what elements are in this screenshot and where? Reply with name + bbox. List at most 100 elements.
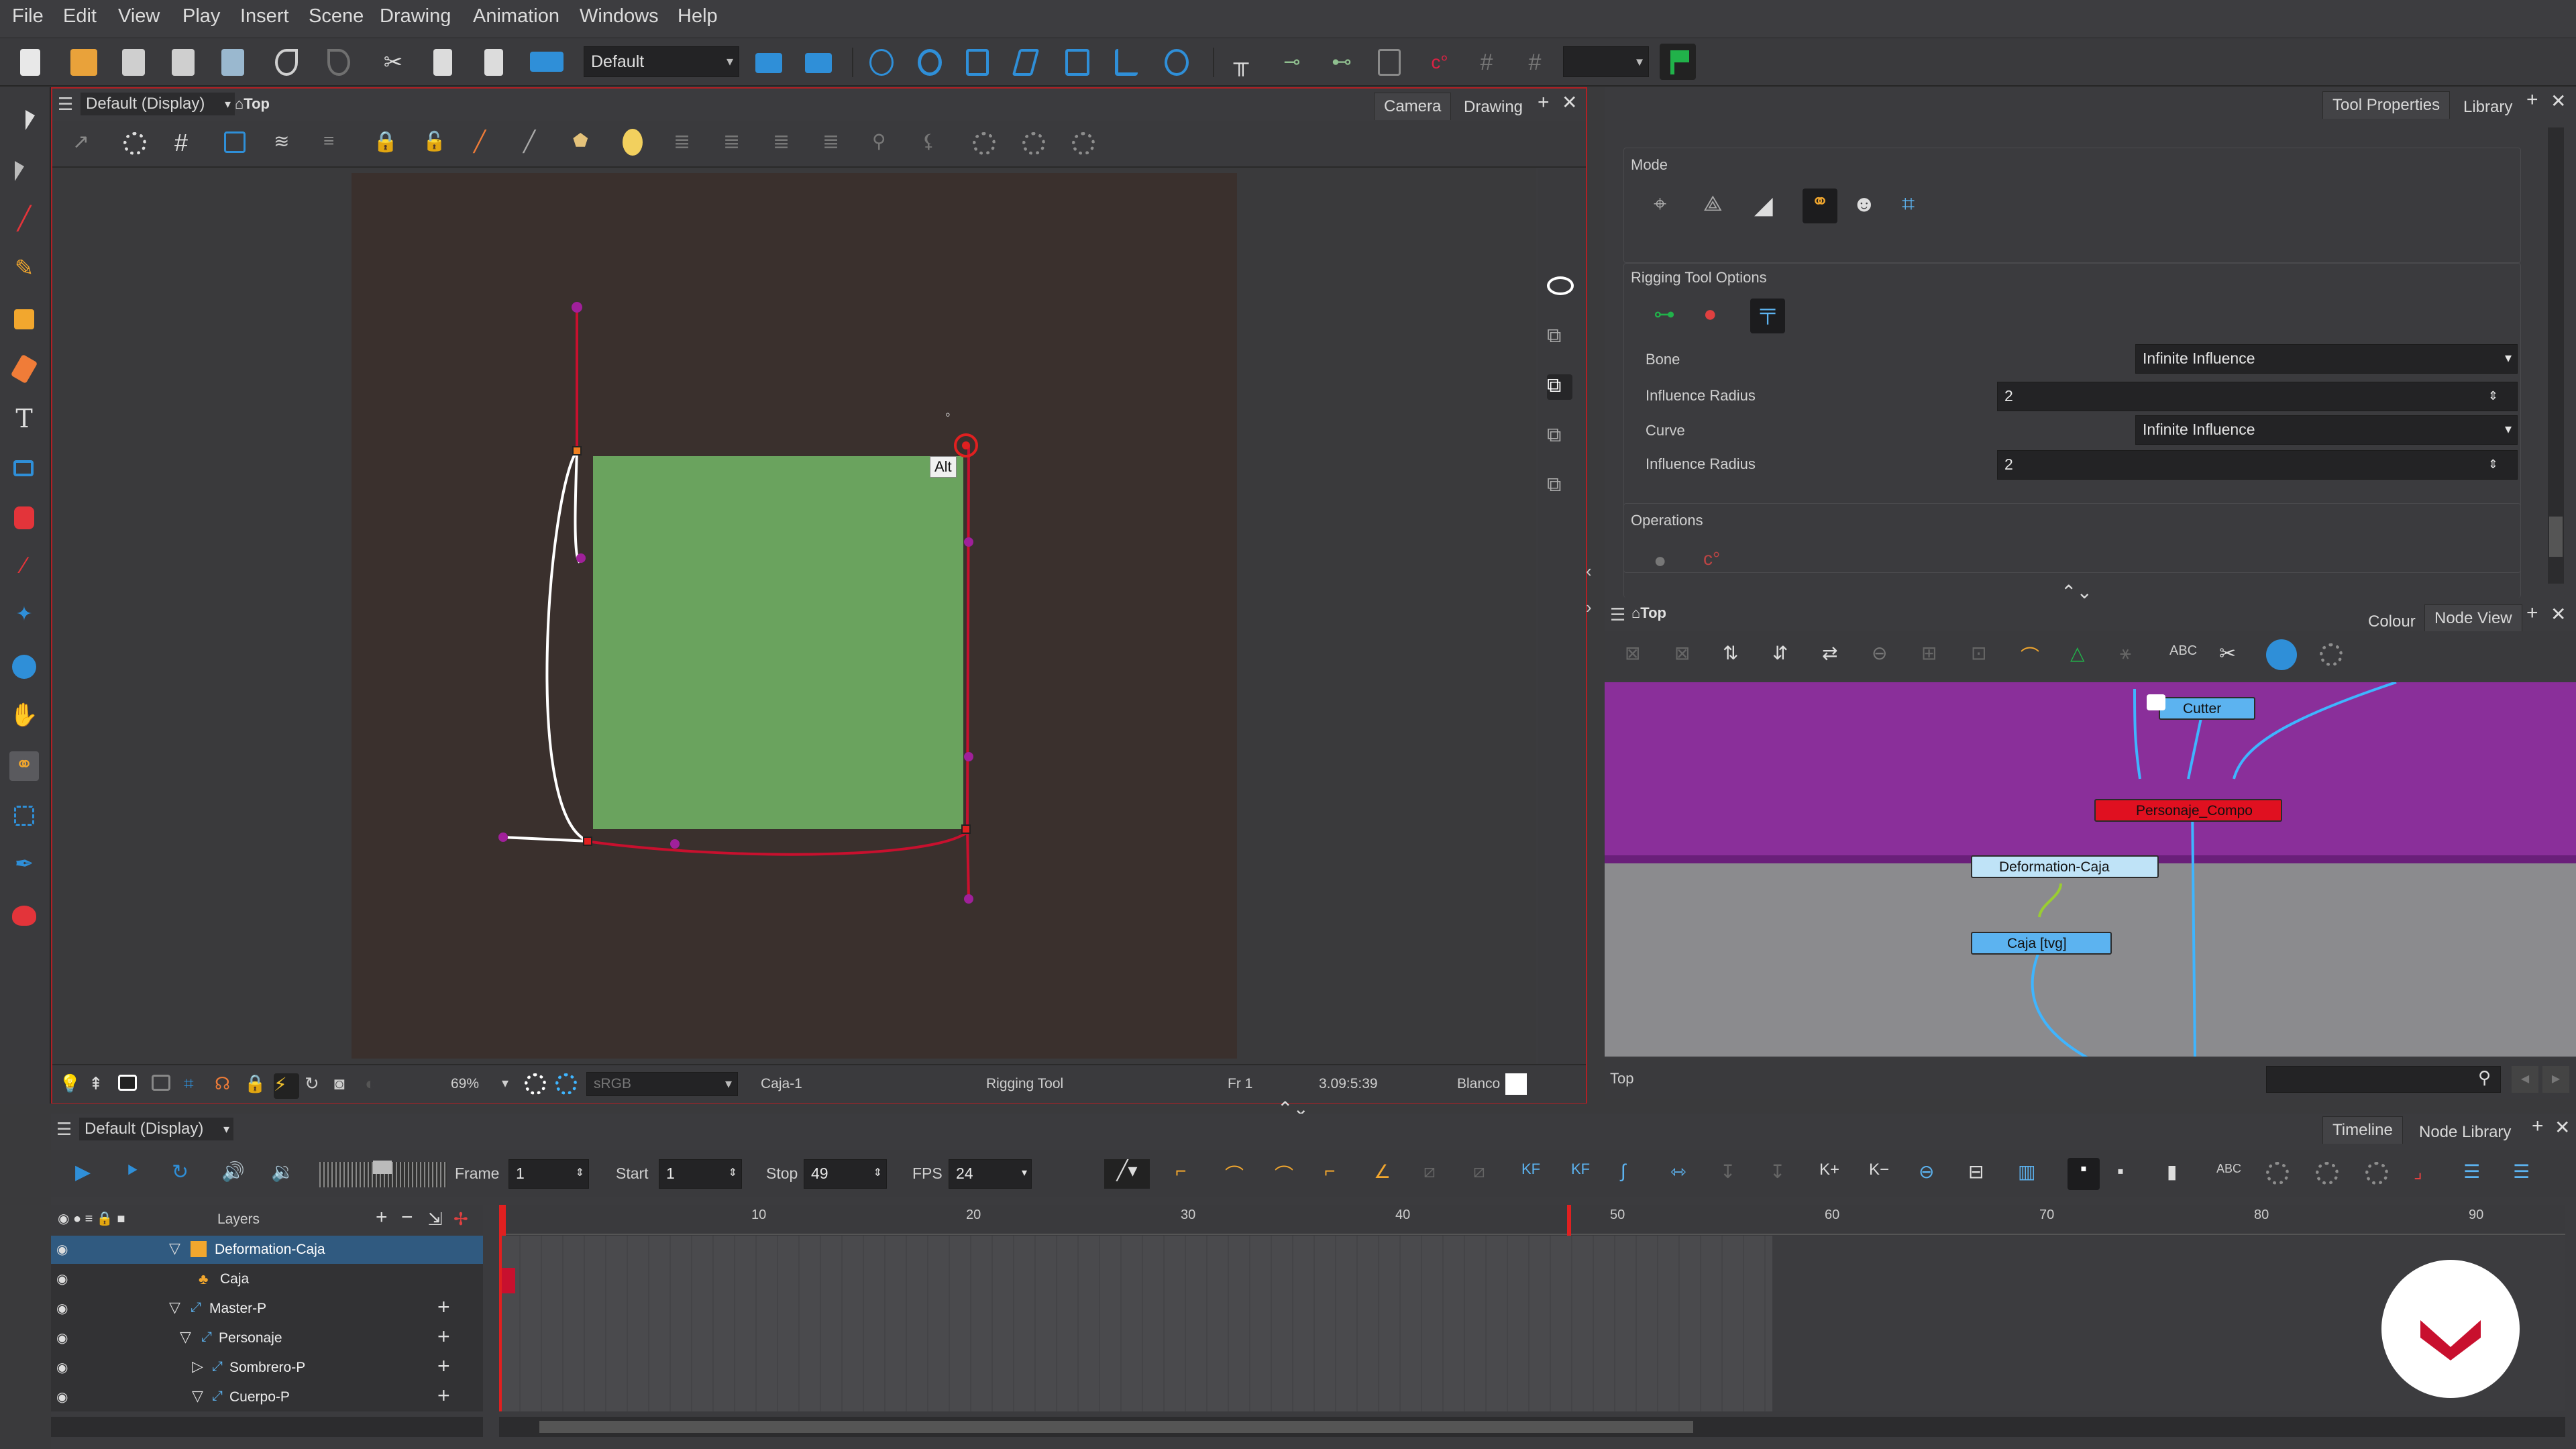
operation-1-icon[interactable]: ● [1654, 548, 1679, 574]
scene-settings-icon[interactable] [755, 53, 782, 73]
search-icon[interactable]: ⚲ [2478, 1067, 2491, 1088]
node-tool-3-icon[interactable]: ⇅ [1723, 642, 1748, 667]
reset-view-icon[interactable]: ⇞ [89, 1073, 114, 1099]
camera-icon[interactable]: ◙ [334, 1073, 360, 1099]
extend-icon[interactable]: ⧄ [1424, 1161, 1449, 1186]
onion-toggle-icon[interactable]: ⊖ [1919, 1161, 1944, 1186]
gear-icon[interactable] [2365, 1162, 2388, 1185]
grid-deform-icon[interactable]: # [1473, 49, 1500, 76]
paint-bucket-tool-icon[interactable] [14, 506, 34, 529]
pencil-tool-icon[interactable]: ✎ [9, 255, 39, 284]
pivot-tool-icon[interactable]: ✦ [9, 602, 39, 632]
scrollbar[interactable] [2548, 127, 2564, 584]
paste-icon[interactable] [484, 49, 503, 76]
ik-icon[interactable] [1115, 49, 1138, 76]
curve-influence-dropdown[interactable]: Infinite Influence ▾ [2135, 415, 2518, 445]
paint-tool-icon[interactable] [14, 309, 34, 329]
select-tool-icon[interactable] [9, 106, 51, 136]
node-caja-tvg[interactable]: Caja [tvg] [1971, 932, 2112, 955]
bone-add-icon[interactable]: ⊶ [1654, 301, 1679, 327]
panel-menu-icon[interactable]: ☰ [1610, 604, 1625, 625]
rect-icon[interactable]: ▮ [2167, 1161, 2192, 1186]
layer-row[interactable]: ◉ ▷ ⤢ Sombrero-P + [51, 1354, 483, 1382]
play-icon[interactable]: ▶ [75, 1161, 101, 1186]
stepper-icon[interactable]: ⇕ [2488, 382, 2498, 409]
add-child-icon[interactable]: + [437, 1383, 450, 1408]
eraser-tool-icon[interactable] [10, 354, 38, 384]
expand-icon[interactable]: ▽ [169, 1299, 180, 1316]
stop-motion-icon[interactable]: ⇿ [1670, 1161, 1696, 1186]
add-child-icon[interactable]: + [437, 1354, 450, 1379]
bone-influence-dropdown[interactable]: Infinite Influence ▾ [2135, 344, 2518, 374]
curve-radius-field[interactable]: 2 ⇕ [1997, 450, 2518, 480]
zoom-level[interactable]: 69% [451, 1076, 479, 1092]
nav-right-icon[interactable]: ▶ [2542, 1066, 2569, 1093]
open-folder-icon[interactable] [70, 49, 97, 76]
text-icon[interactable]: ABC [2216, 1162, 2242, 1187]
hand-tool-icon[interactable]: ✋ [9, 702, 39, 731]
crop-icon[interactable]: ⌗ [184, 1073, 209, 1099]
node-tool-7-icon[interactable]: ⊞ [1921, 642, 1947, 667]
render-gear-icon[interactable] [525, 1073, 546, 1095]
key-plus-icon[interactable]: K+ [1819, 1161, 1845, 1186]
deformation-chain[interactable]: ◦ [52, 89, 1586, 1105]
stop-field[interactable]: 49 ⇕ [804, 1159, 887, 1189]
flag-icon[interactable] [1660, 44, 1696, 80]
rigging-mode-active-icon[interactable]: ⚭ [1803, 189, 1837, 223]
layer-row[interactable]: ◉ ♣ Caja [51, 1265, 483, 1293]
curve-add-icon[interactable]: ● [1703, 301, 1729, 327]
node-gear-active-icon[interactable] [2266, 639, 2297, 670]
rotate-icon[interactable] [918, 49, 942, 76]
fps-field[interactable]: 24 ▾ [949, 1159, 1032, 1189]
grid-deform-2-icon[interactable]: # [1521, 49, 1548, 76]
copy-icon[interactable] [433, 49, 452, 76]
motion-icon[interactable]: ∫ [1621, 1161, 1646, 1186]
add-view-icon[interactable]: + [2526, 602, 2538, 625]
list-icon[interactable]: ☰ [2463, 1161, 2489, 1186]
menu-help[interactable]: Help [678, 5, 718, 28]
undo-icon[interactable] [275, 49, 298, 76]
bars-icon[interactable]: ▥ [2018, 1161, 2043, 1186]
save-as-icon[interactable] [172, 49, 195, 76]
background-color-swatch[interactable] [1505, 1073, 1527, 1095]
nav-left-icon[interactable]: ◀ [2512, 1066, 2538, 1093]
game-bone-icon[interactable]: ⊷ [1328, 49, 1355, 76]
pivot-icon[interactable] [869, 49, 894, 76]
menu-play[interactable]: Play [182, 5, 220, 28]
node-deformation-caja[interactable]: Deformation-Caja [1971, 855, 2159, 878]
node-tool-8-icon[interactable]: ⊡ [1971, 642, 1996, 667]
split-icon[interactable]: ⊟ [1968, 1161, 1994, 1186]
rig-mode-icon[interactable]: ⌖ [1654, 191, 1679, 217]
node-cutter[interactable]: Cutter [2159, 697, 2255, 720]
stepper-icon[interactable]: ⇕ [576, 1160, 584, 1187]
deformer-dropdown[interactable]: ▾ [1563, 46, 1649, 77]
remove-keyframe-icon[interactable]: KF [1571, 1161, 1597, 1186]
node-view-breadcrumb[interactable]: ⌂Top [1631, 604, 1666, 622]
contour-select-tool-icon[interactable] [9, 156, 39, 185]
layer-row[interactable]: ◉ ▽ Deformation-Caja [51, 1236, 483, 1264]
add-view-icon[interactable]: + [2532, 1115, 2544, 1138]
envelope-deform-icon[interactable] [1378, 49, 1401, 76]
expand-icon[interactable]: ▽ [180, 1328, 191, 1346]
close-icon[interactable]: ✕ [2551, 603, 2566, 625]
colorspace-dropdown[interactable]: sRGB ▾ [586, 1072, 738, 1096]
deformer-icon[interactable]: ╥ [1228, 49, 1254, 76]
tab-node-library[interactable]: Node Library [2410, 1119, 2520, 1146]
node-tool-2-icon[interactable]: ⊠ [1674, 642, 1700, 667]
stepper-icon[interactable]: ⇕ [2488, 451, 2498, 478]
ease-curve-icon[interactable]: ∠ [1374, 1161, 1399, 1186]
visibility-icon[interactable]: ◉ [56, 1389, 68, 1405]
render-blue-gear-icon[interactable] [555, 1073, 577, 1095]
library-icon[interactable] [530, 52, 564, 72]
frame-icon[interactable] [118, 1075, 137, 1091]
layer-row[interactable]: ◉ ▽ ⤢ Personaje + [51, 1324, 483, 1352]
skew-icon[interactable] [1012, 49, 1040, 76]
tab-tool-properties[interactable]: Tool Properties [2322, 91, 2451, 119]
frame-grid[interactable] [499, 1236, 1772, 1411]
dropper-tool-icon[interactable]: ⁄ [9, 553, 39, 582]
history-icon[interactable]: ↻ [305, 1073, 330, 1099]
ease-icon[interactable]: ⌐ [1175, 1161, 1201, 1186]
curve-deform-icon[interactable]: c° [1426, 49, 1453, 76]
expand-icon[interactable]: ▽ [169, 1240, 180, 1257]
save-icon[interactable] [122, 49, 145, 76]
